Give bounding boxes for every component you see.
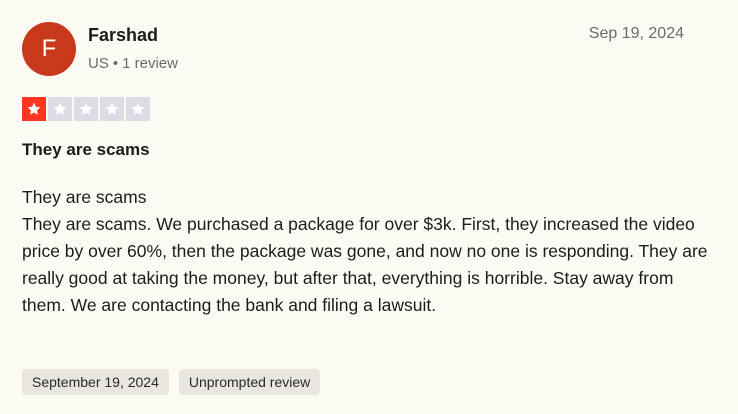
review-body-text: They are scams. We purchased a package f… bbox=[22, 214, 708, 315]
reviewer-name[interactable]: Farshad bbox=[88, 25, 158, 46]
meta-separator: • bbox=[112, 55, 119, 72]
review-date: Sep 19, 2024 bbox=[588, 25, 684, 42]
reviewer-meta: US • 1 review bbox=[88, 55, 178, 72]
star-filled-icon bbox=[22, 97, 46, 121]
review-body: They are scams They are scams. We purcha… bbox=[22, 184, 712, 319]
review-body-heading: They are scams bbox=[22, 187, 147, 207]
reviewer-review-count: 1 review bbox=[122, 55, 178, 72]
star-empty-icon bbox=[100, 97, 124, 121]
avatar-initial: F bbox=[41, 35, 57, 62]
experience-date-tag: September 19, 2024 bbox=[22, 369, 169, 395]
star-empty-icon bbox=[74, 97, 98, 121]
star-empty-icon bbox=[126, 97, 150, 121]
star-empty-icon bbox=[48, 97, 72, 121]
review-type-tag[interactable]: Unprompted review bbox=[178, 369, 321, 395]
avatar[interactable]: F bbox=[22, 22, 76, 76]
review-card: F Farshad US • 1 review Sep 19, 2024 They … bbox=[0, 0, 738, 414]
review-title[interactable]: They are scams bbox=[22, 140, 150, 160]
star-rating bbox=[22, 97, 150, 121]
review-tags: September 19, 2024 Unprompted review bbox=[22, 369, 321, 395]
reviewer-country: US bbox=[88, 55, 109, 72]
